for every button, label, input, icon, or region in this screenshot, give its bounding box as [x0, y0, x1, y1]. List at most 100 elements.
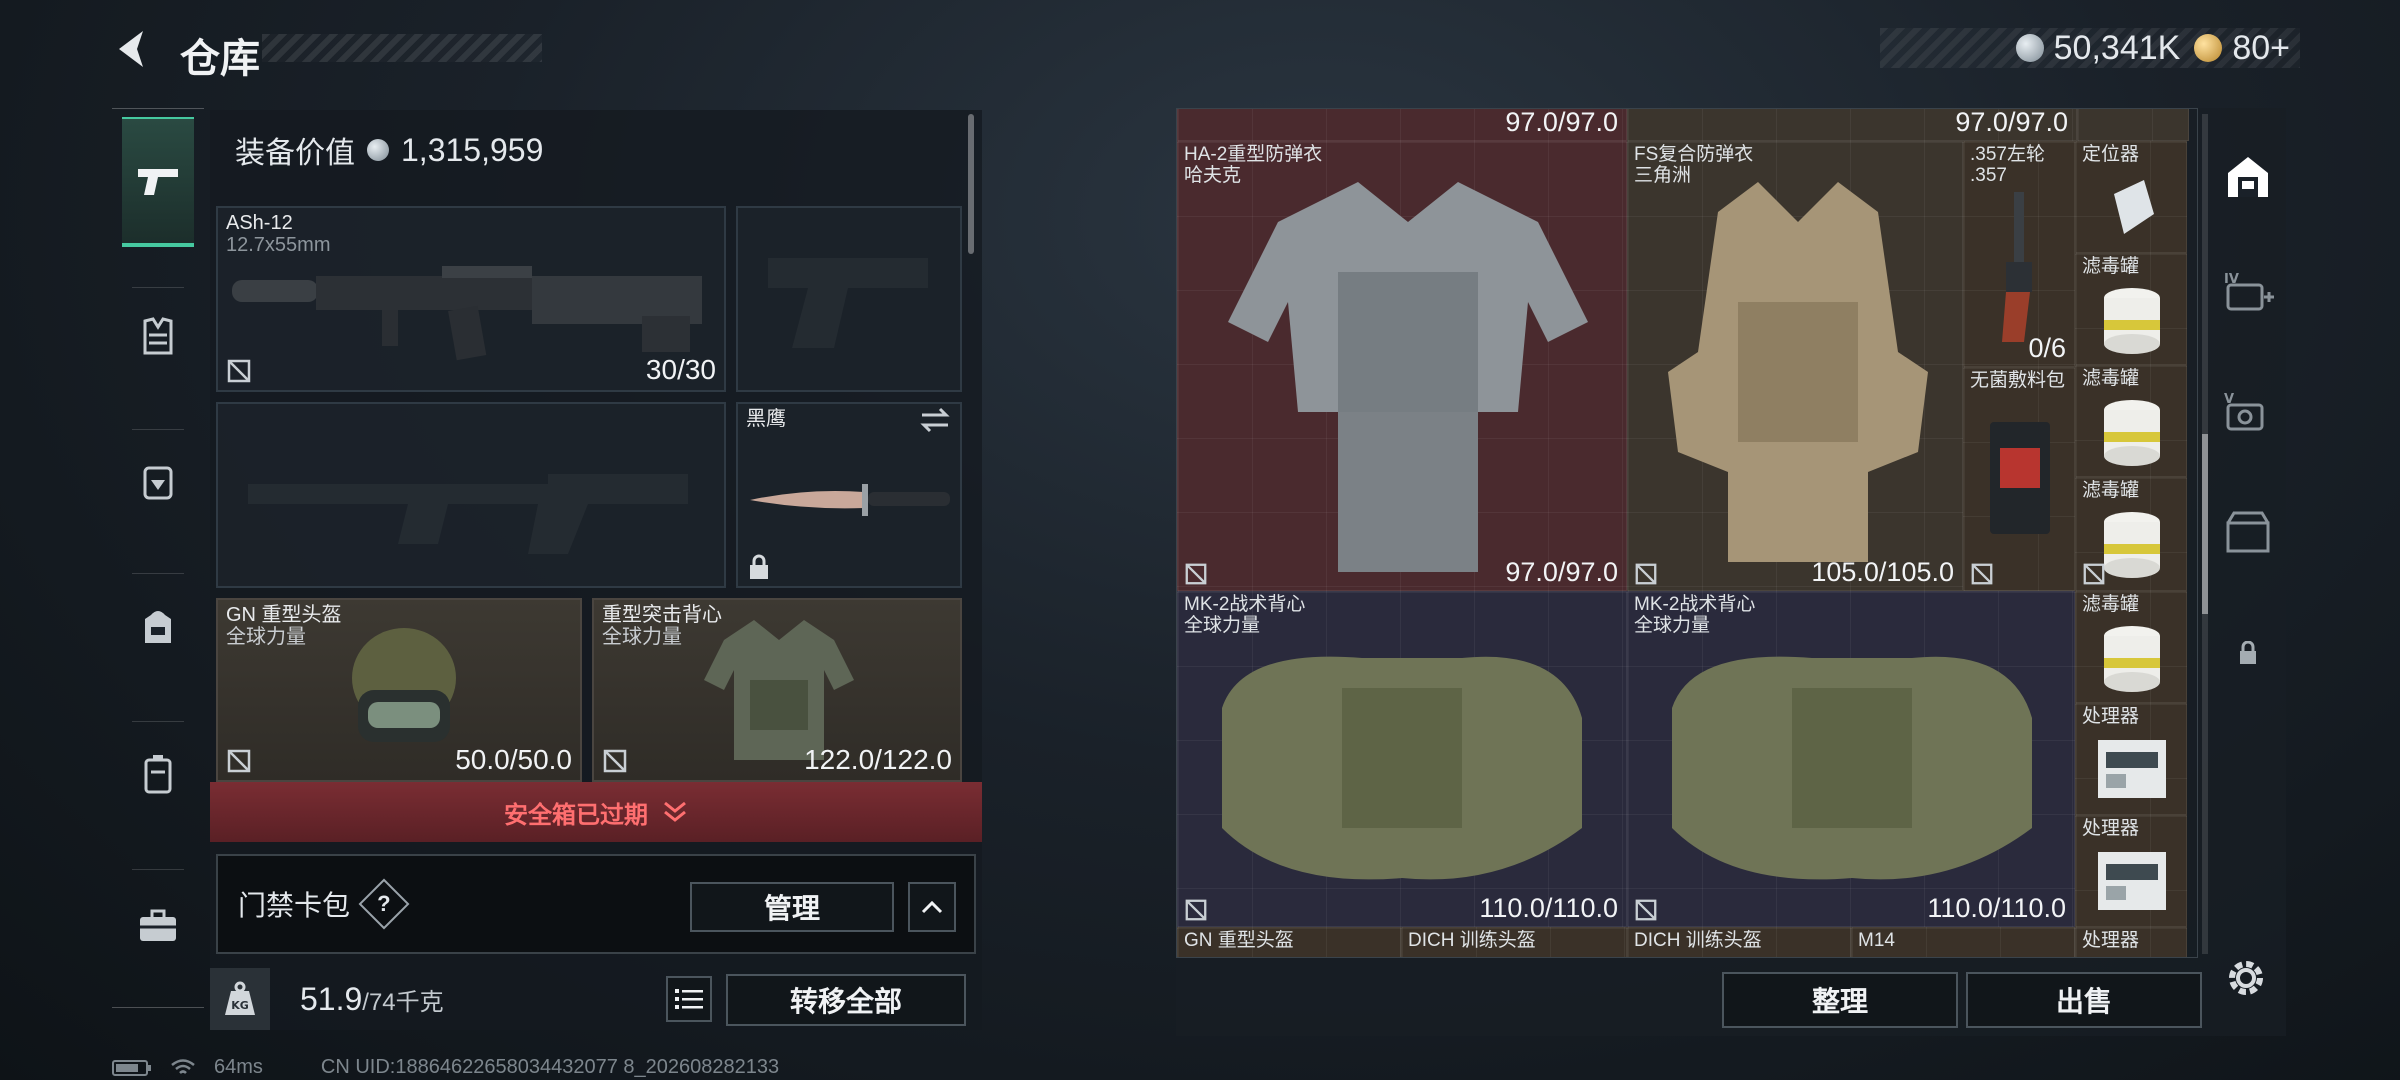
grid-item-partial[interactable]: 处理器 [2075, 927, 2187, 957]
tab-locked[interactable] [2210, 598, 2286, 708]
rifle-image [232, 266, 702, 361]
category-weapons[interactable] [122, 117, 194, 247]
sort-button[interactable]: 整理 [1722, 972, 1958, 1028]
vest-icon [143, 317, 173, 355]
list-view-button[interactable] [666, 976, 712, 1022]
svg-text:KG: KG [231, 999, 249, 1012]
loadout-scrollbar[interactable] [968, 114, 974, 254]
tab-storage-4[interactable]: IV [2210, 236, 2286, 346]
grid-item-ha2-armor[interactable]: HA-2重型防弹衣 哈夫克 97.0/97.0 [1177, 141, 1627, 591]
durability: 110.0/110.0 [1479, 893, 1618, 923]
grid-item-gas-canister[interactable]: 滤毒罐 [2075, 591, 2187, 703]
equipment-value: 1,315,959 [401, 131, 544, 168]
durability: 97.0/97.0 [1505, 108, 1618, 137]
ping-value: 64ms [214, 1056, 263, 1078]
silver-coin-icon [367, 139, 389, 161]
back-button[interactable] [110, 28, 152, 70]
loadout-panel: 装备价值 1,315,959 ASh-12 12.7x55mm 30/30 黑鹰… [210, 110, 982, 1030]
slot-helmet[interactable]: GN 重型头盔 全球力量 50.0/50.0 [216, 598, 582, 782]
no-insure-icon [1635, 899, 1657, 921]
sell-button[interactable]: 出售 [1966, 972, 2202, 1028]
category-briefcase[interactable] [122, 861, 194, 991]
grid-item-partial[interactable]: M14 [1851, 927, 2075, 957]
grid-item-partial[interactable] [2077, 109, 2189, 141]
category-armor[interactable] [122, 271, 194, 401]
canister-image [2104, 512, 2160, 578]
grid-item-sterile-dressing[interactable]: 无菌敷料包 [1963, 367, 2075, 591]
currency-gold[interactable]: 80+ [2194, 29, 2290, 68]
processor-image [2098, 852, 2166, 910]
grid-item-mk2-vest[interactable]: MK-2战术背心 全球力量 110.0/110.0 [1177, 591, 1627, 927]
durability: 122.0/122.0 [804, 744, 952, 775]
grid-item-locator[interactable]: 定位器 [2075, 141, 2187, 253]
durability: 105.0/105.0 [1811, 557, 1954, 587]
grid-item-gas-canister[interactable]: 滤毒罐 [2075, 477, 2187, 591]
category-rail [112, 108, 204, 1008]
grid-item-357-revolver[interactable]: .357左轮 .357 0/6 [1963, 141, 2075, 367]
item-name: MK-2战术背心 [1634, 594, 1756, 615]
no-insure-icon [1635, 563, 1657, 585]
grid-item-partial[interactable]: 97.0/97.0 [1627, 109, 2077, 141]
help-icon[interactable]: ? [358, 878, 410, 930]
item-name: 黑鹰 [746, 408, 786, 430]
gold-coin-icon [2194, 34, 2223, 62]
wifi-icon [171, 1058, 195, 1074]
rig-icon [143, 466, 173, 500]
grid-item-processor[interactable]: 处理器 [2075, 815, 2187, 927]
storage-5-icon: V [2224, 392, 2264, 431]
item-name: 滤毒罐 [2082, 368, 2140, 389]
item-name: 定位器 [2082, 144, 2140, 165]
no-insure-icon [227, 359, 251, 383]
backpack-icon [145, 611, 171, 643]
currency-gold-value: 80+ [2232, 28, 2290, 67]
category-case[interactable] [122, 709, 194, 839]
slot-armor[interactable]: 重型突击背心 全球力量 122.0/122.0 [592, 598, 962, 782]
battery-icon [112, 1059, 151, 1076]
no-insure-icon [1185, 899, 1207, 921]
back-arrow-icon [119, 31, 143, 67]
tab-storage-main[interactable] [2210, 122, 2286, 232]
item-name: GN 重型头盔 [226, 604, 342, 626]
list-icon [675, 989, 703, 1009]
vest-image [1672, 656, 2032, 880]
transfer-all-button[interactable]: 转移全部 [726, 974, 966, 1026]
grid-item-fs-armor[interactable]: FS复合防弹衣 三角洲 105.0/105.0 [1627, 141, 1963, 591]
chevron-up-icon [921, 900, 943, 914]
settings-gear-icon[interactable] [2222, 954, 2270, 1002]
safe-box-expired-banner[interactable]: 安全箱已过期 [210, 782, 982, 842]
swap-icon[interactable] [918, 406, 952, 434]
item-name: ASh-12 [226, 212, 293, 234]
lock-icon [750, 554, 768, 579]
user-uid: CN UID:18864622658034432077 8_2026082821… [320, 1056, 780, 1078]
category-backpack[interactable] [122, 561, 194, 691]
collapse-button[interactable] [908, 882, 956, 932]
grid-item-processor[interactable]: 处理器 [2075, 703, 2187, 815]
grid-item-partial[interactable]: GN 重型头盔 [1177, 927, 1401, 957]
grid-item-partial[interactable]: DICH 训练头盔 [1627, 927, 1851, 957]
slot-secondary-weapon-empty[interactable] [216, 402, 726, 588]
slot-sidearm-empty[interactable] [736, 206, 962, 392]
grid-item-gas-canister[interactable]: 滤毒罐 [2075, 365, 2187, 477]
tab-storage-extra[interactable] [2210, 476, 2286, 586]
grid-item-partial[interactable]: 97.0/97.0 [1177, 108, 1627, 141]
access-card-bag-row: 门禁卡包 ? 管理 [216, 854, 976, 954]
ammo-count: 0/6 [2028, 333, 2066, 363]
storage-4-icon: IV [2224, 272, 2274, 311]
pistol-icon [138, 169, 178, 195]
item-name: 处理器 [2082, 706, 2140, 727]
revolver-image [2002, 192, 2032, 342]
storage-scrollbar-thumb[interactable] [2202, 434, 2208, 614]
grid-item-gas-canister[interactable]: 滤毒罐 [2075, 253, 2187, 365]
storage-grid: 97.0/97.0 97.0/97.0 HA-2重型防弹衣 哈夫克 97.0/9… [1176, 108, 2198, 958]
tab-storage-5[interactable]: V [2210, 356, 2286, 466]
category-chest-rig[interactable] [122, 417, 194, 547]
grid-item-partial[interactable]: DICH 训练头盔 [1401, 927, 1627, 957]
processor-image [2098, 740, 2166, 798]
no-insure-icon [1971, 563, 1993, 585]
slot-primary-weapon[interactable]: ASh-12 12.7x55mm 30/30 [216, 206, 726, 392]
durability: 97.0/97.0 [1505, 557, 1618, 587]
grid-item-mk2-vest[interactable]: MK-2战术背心 全球力量 110.0/110.0 [1627, 591, 2075, 927]
storage-box-icon [2226, 511, 2270, 553]
slot-melee[interactable]: 黑鹰 [736, 402, 962, 588]
manage-button[interactable]: 管理 [690, 882, 894, 932]
